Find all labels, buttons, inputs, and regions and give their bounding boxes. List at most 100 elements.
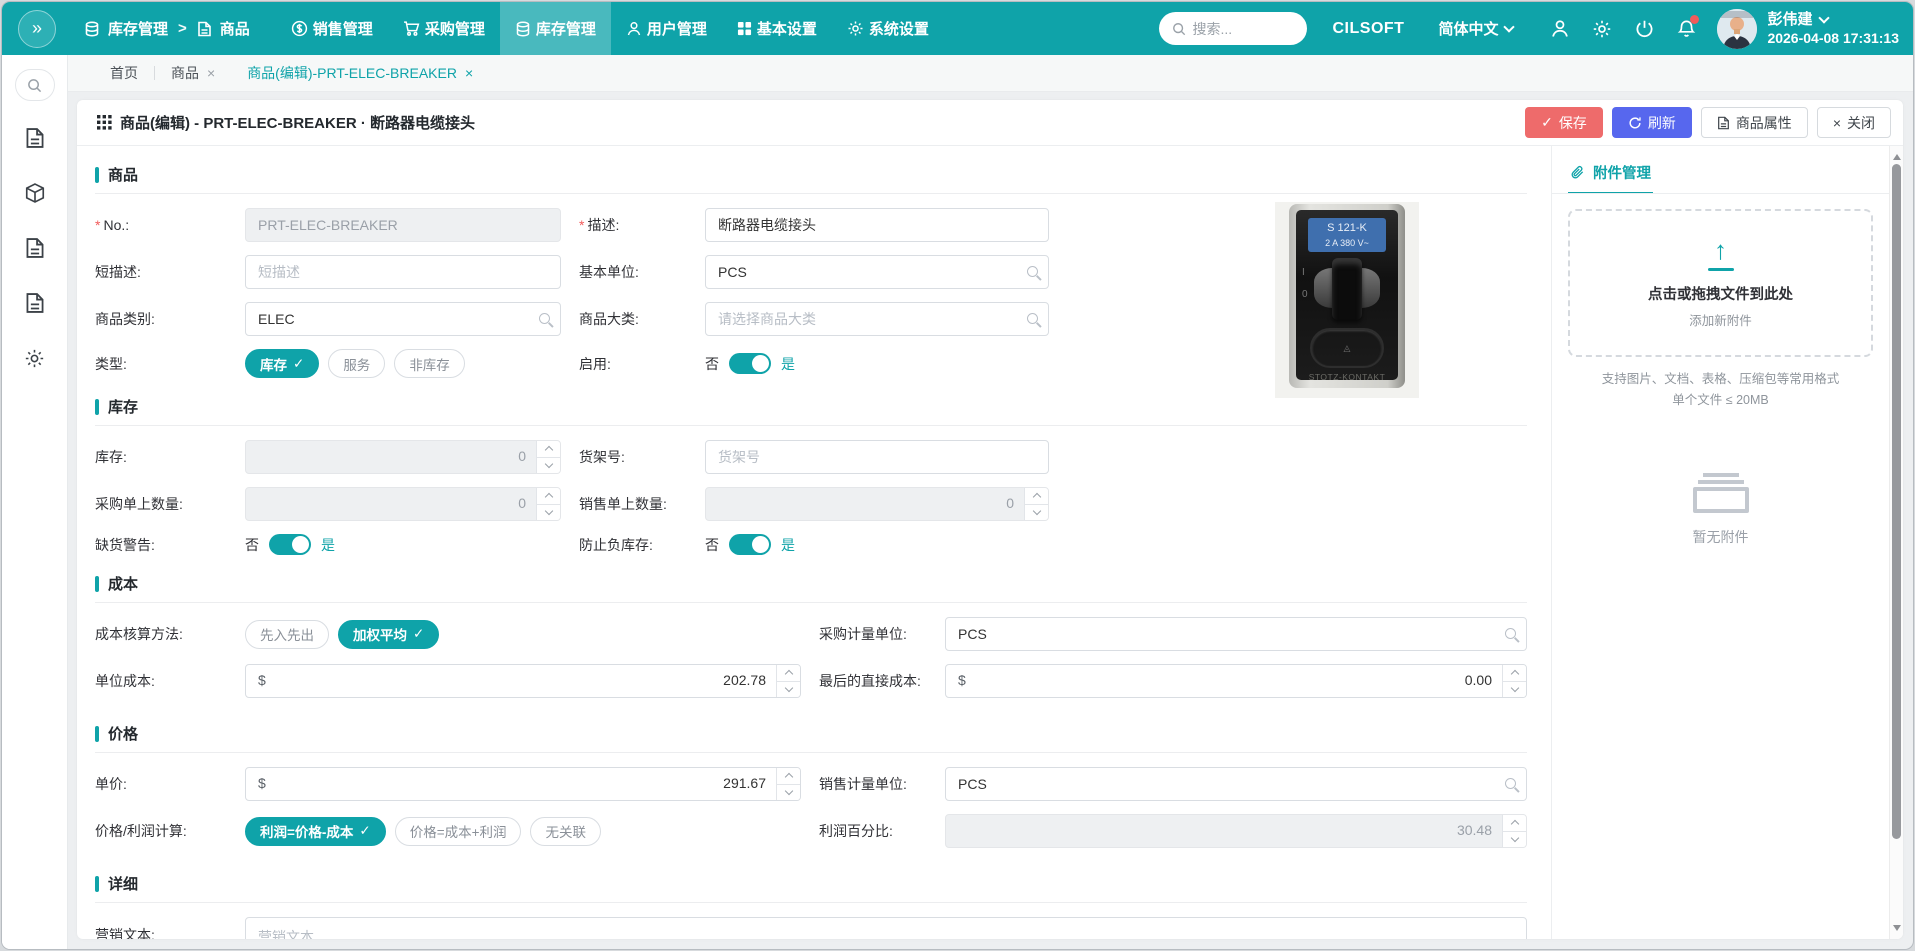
rail-document-button-3[interactable]: [16, 284, 54, 322]
stepper[interactable]: [776, 665, 800, 697]
purchase-uom-field[interactable]: [945, 617, 1527, 651]
breaker-label: S 121-K 2 A 380 V~: [1308, 218, 1386, 252]
search-icon[interactable]: [1027, 313, 1038, 324]
avatar[interactable]: [1717, 8, 1758, 49]
menu-item-system-settings[interactable]: 系统设置: [832, 2, 944, 55]
stepper[interactable]: [1502, 815, 1526, 847]
close-icon[interactable]: ×: [207, 65, 215, 81]
topbar: » 库存管理 > 商品 销售管理 采购管理 库存管理 用户管理 基本设置 系统设…: [2, 2, 1913, 55]
sidebar-expand-button[interactable]: »: [18, 9, 56, 48]
close-page-button[interactable]: × 关闭: [1816, 107, 1891, 138]
rail-settings-button[interactable]: [16, 339, 54, 377]
close-icon[interactable]: ×: [465, 65, 473, 81]
menu-item-users[interactable]: 用户管理: [611, 2, 722, 55]
calc-option-profit[interactable]: 利润=价格-成本 ✓: [245, 816, 386, 846]
attachments-tab[interactable]: 附件管理: [1568, 156, 1653, 194]
last-direct-cost-field[interactable]: $0.00: [945, 664, 1527, 698]
profile-button[interactable]: [1543, 12, 1577, 46]
user-info[interactable]: 彭伟建 2026-04-08 17:31:13: [1767, 11, 1899, 47]
type-option-nonstock[interactable]: 非库存: [394, 349, 465, 378]
menu-item-purchase[interactable]: 采购管理: [388, 2, 500, 55]
menu-item-sales[interactable]: 销售管理: [276, 2, 388, 55]
shelf-number-field[interactable]: [705, 440, 1049, 474]
field-label-oos-warning: 缺货警告:: [95, 536, 155, 553]
calc-option-none[interactable]: 无关联: [530, 816, 601, 846]
save-button[interactable]: ✓ 保存: [1525, 107, 1603, 138]
unit-cost-field[interactable]: $202.78: [245, 664, 801, 698]
stepper[interactable]: [776, 768, 800, 800]
section-price: 价格: [95, 711, 1527, 753]
product-attributes-button[interactable]: 商品属性: [1700, 107, 1808, 138]
description-field[interactable]: [705, 208, 1049, 242]
stepper[interactable]: [536, 441, 560, 473]
breadcrumb-page[interactable]: 商品: [220, 18, 250, 39]
field-label-enabled: 启用:: [579, 355, 611, 372]
breadcrumb: 库存管理 > 商品: [84, 18, 250, 39]
section-accent-bar: [95, 875, 99, 892]
menu-item-inventory[interactable]: 库存管理: [499, 2, 611, 55]
oos-warning-toggle[interactable]: [269, 534, 311, 555]
search-icon[interactable]: [1505, 778, 1516, 789]
search-icon[interactable]: [1505, 628, 1516, 639]
notifications-button[interactable]: [1669, 12, 1703, 46]
global-search[interactable]: 搜索...: [1158, 12, 1307, 45]
enabled-toggle[interactable]: [729, 353, 771, 374]
menu-item-basic-settings[interactable]: 基本设置: [722, 2, 832, 55]
upload-hint: 支持图片、文档、表格、压缩包等常用格式 单个文件 ≤ 20MB: [1601, 372, 1840, 407]
scrollbar-thumb[interactable]: [1892, 164, 1901, 839]
upload-icon: ↑: [1714, 234, 1727, 265]
rail-package-button[interactable]: [16, 174, 54, 212]
tab-product-edit[interactable]: 商品(编辑)-PRT-ELEC-BREAKER ×: [231, 55, 489, 91]
logout-button[interactable]: [1627, 12, 1661, 46]
no-field[interactable]: [245, 208, 561, 242]
field-label-marketing-text: 营销文本:: [95, 927, 155, 939]
rail-search-button[interactable]: [14, 69, 55, 101]
document-icon: [1717, 116, 1729, 129]
toggle-off-label: 否: [705, 536, 719, 553]
product-photo[interactable]: S 121-K 2 A 380 V~ I0 ◬ STOTZ-KONTAKT: [1275, 202, 1419, 398]
breadcrumb-section[interactable]: 库存管理: [108, 18, 168, 39]
stepper[interactable]: [536, 488, 560, 520]
menu-item-label: 用户管理: [646, 21, 707, 38]
scroll-up-arrow[interactable]: [1893, 150, 1901, 160]
menu-item-label: 系统设置: [868, 21, 929, 38]
calc-option-price[interactable]: 价格=成本+利润: [394, 816, 522, 846]
field-label-price-calc: 价格/利润计算:: [95, 823, 187, 839]
tab-product-list[interactable]: 商品 ×: [155, 55, 231, 91]
marketing-text-field[interactable]: [245, 917, 1527, 939]
search-icon[interactable]: [1027, 266, 1038, 277]
tab-home[interactable]: 首页: [94, 55, 154, 91]
stepper[interactable]: [1502, 665, 1526, 697]
breaker-frame: S 121-K 2 A 380 V~ I0 ◬ STOTZ-KONTAKT: [1289, 204, 1405, 388]
toggle-off-label: 否: [245, 536, 259, 553]
menu-item-label: 采购管理: [424, 21, 485, 38]
cost-method-weighted-average[interactable]: 加权平均 ✓: [338, 619, 440, 649]
short-description-field[interactable]: [245, 255, 561, 289]
type-option-stock[interactable]: 库存 ✓: [245, 349, 320, 378]
upload-dropzone[interactable]: ↑ 点击或拖拽文件到此处 添加新附件: [1568, 209, 1873, 357]
field-label-stock: 库存:: [95, 449, 127, 465]
category-field[interactable]: [245, 302, 561, 336]
sales-uom-field[interactable]: [945, 767, 1527, 801]
unit-price-field[interactable]: $291.67: [245, 767, 801, 801]
cost-method-fifo[interactable]: 先入先出: [245, 619, 329, 649]
scroll-down-arrow[interactable]: [1893, 925, 1901, 935]
user-name: 彭伟建: [1767, 10, 1813, 28]
type-option-service[interactable]: 服务: [328, 349, 386, 378]
rail-document-button-1[interactable]: [16, 119, 54, 157]
refresh-button[interactable]: 刷新: [1611, 107, 1692, 138]
check-icon: ✓: [413, 626, 425, 641]
rail-document-button-2[interactable]: [16, 229, 54, 267]
search-icon[interactable]: [539, 313, 550, 324]
section-detail: 详细: [95, 861, 1527, 903]
language-selector[interactable]: 简体中文: [1438, 18, 1516, 39]
close-icon: ×: [1832, 114, 1841, 131]
vertical-scrollbar[interactable]: [1889, 146, 1903, 939]
prevent-negative-toggle[interactable]: [729, 534, 771, 555]
major-class-field[interactable]: [705, 302, 1049, 336]
base-unit-field[interactable]: [705, 255, 1049, 289]
settings-button[interactable]: [1585, 12, 1619, 46]
section-accent-bar: [95, 398, 99, 415]
stepper[interactable]: [1024, 488, 1048, 520]
field-label-no: * No.:: [95, 217, 130, 233]
